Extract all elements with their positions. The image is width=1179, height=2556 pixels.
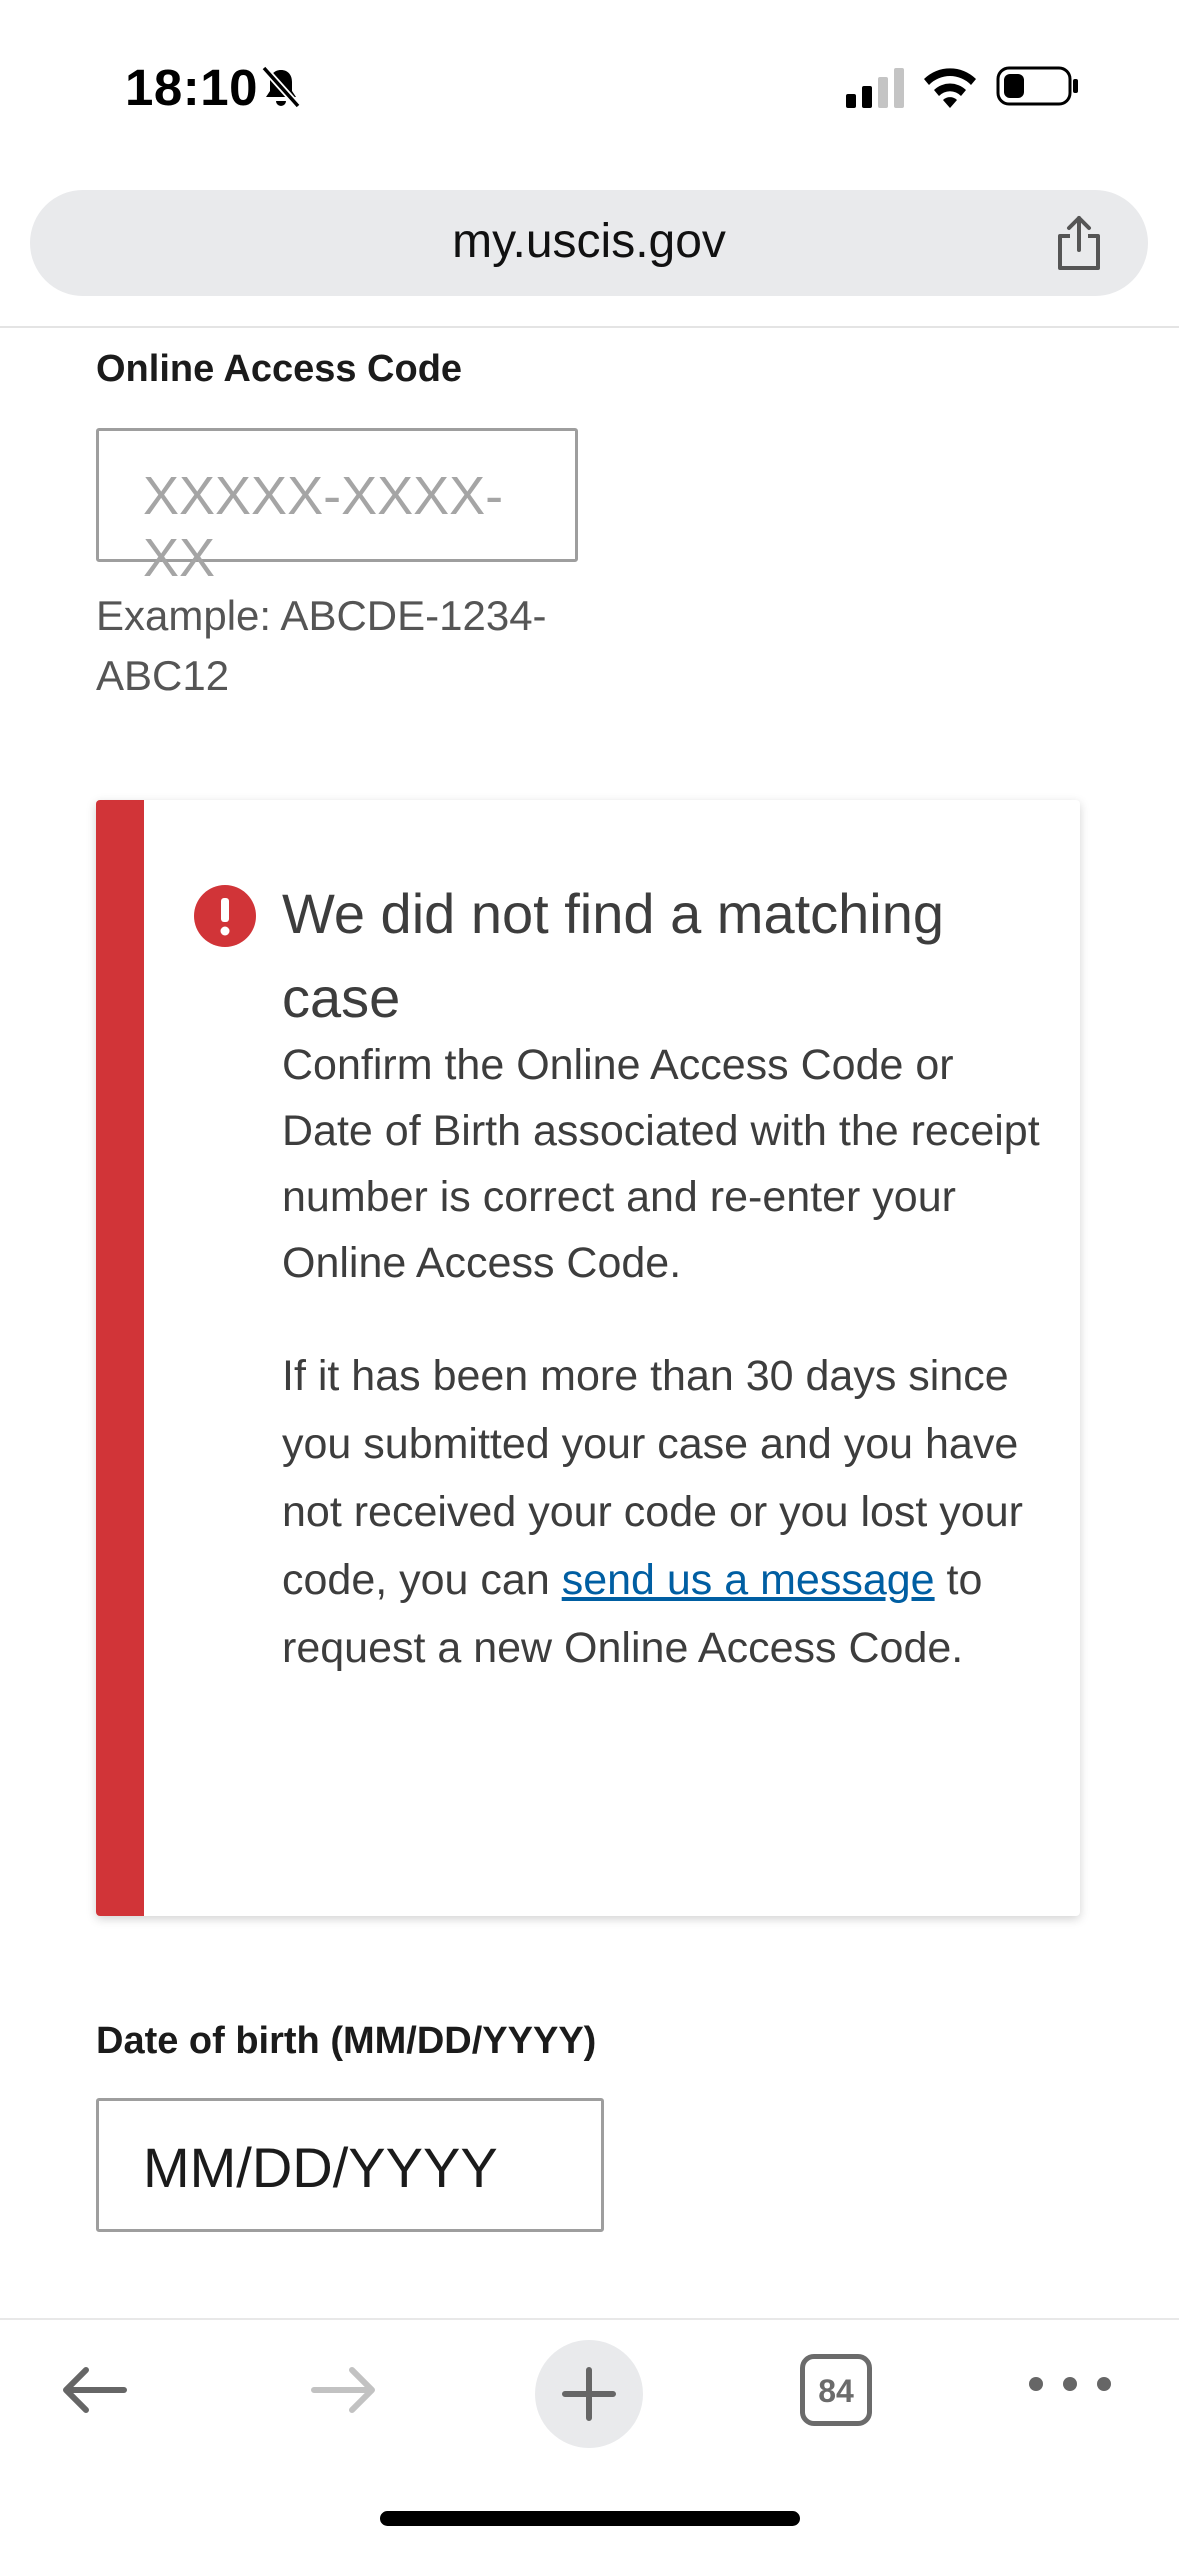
alert-help-text: If it has been more than 30 days since y… [282,1342,1042,1682]
dob-input[interactable]: MM/DD/YYYY [96,2098,604,2232]
access-code-hint: Example: ABCDE-1234-ABC12 [96,592,547,699]
status-time: 18:10 [125,59,258,116]
access-code-input[interactable]: XXXXX-XXXX-XX [96,428,578,588]
status-bar: 18:10 [0,0,1179,170]
battery-icon [996,66,1078,106]
error-alert: We did not find a matching case Confirm … [96,800,1080,1916]
plus-icon [562,2367,616,2421]
tabs-button[interactable]: 84 [800,2354,872,2426]
page-content: Online Access Code XXXXX-XXXX-XX Example… [0,328,1179,2318]
alert-title: We did not find a matching case [282,882,945,1029]
wifi-icon [924,68,976,108]
address-bar[interactable]: my.uscis.gov [30,190,1148,296]
dob-label: Date of birth (MM/DD/YYYY) [96,2020,597,2062]
alert-message: Confirm the Online Access Code or Date o… [282,1041,1040,1287]
share-icon[interactable] [1052,214,1106,272]
url-text: my.uscis.gov [452,215,726,268]
cellular-signal-icon [846,68,904,108]
forward-arrow-icon[interactable] [302,2350,382,2430]
access-code-label: Online Access Code [96,348,463,390]
alert-accent-bar [96,800,144,1916]
tab-count: 84 [818,2373,854,2409]
new-tab-button[interactable] [535,2340,643,2448]
home-indicator [380,2511,800,2526]
access-code-placeholder: XXXXX-XXXX-XX [143,466,504,588]
error-icon [194,885,256,947]
dob-value: MM/DD/YYYY [143,2136,498,2199]
bell-muted-icon [261,65,301,109]
send-message-link[interactable]: send us a message [562,1556,935,1604]
back-arrow-icon[interactable] [56,2350,136,2430]
more-options-icon[interactable] [1020,2364,1120,2404]
